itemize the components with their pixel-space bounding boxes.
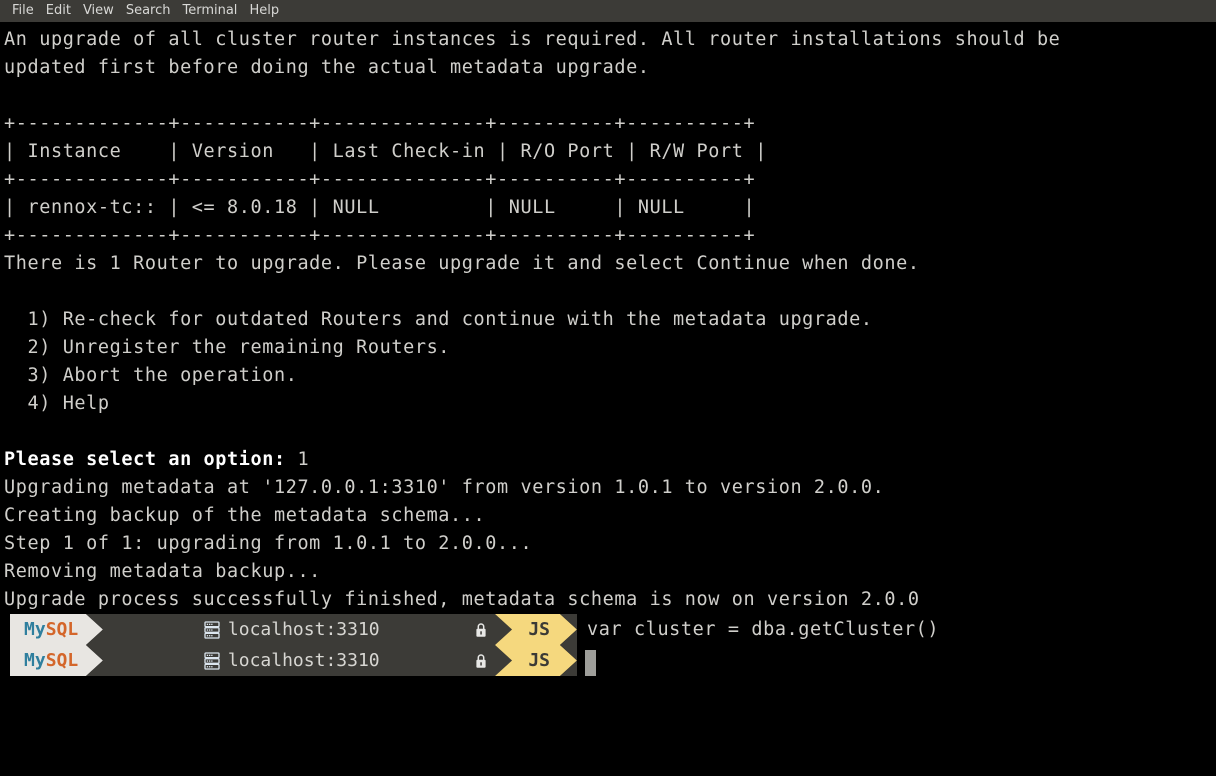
menu-option-1[interactable]: 1) Re-check for outdated Routers and con… xyxy=(4,306,1216,334)
option-prompt-line: Please select an option: 1 xyxy=(4,446,1216,474)
command-input-active[interactable] xyxy=(577,645,1216,676)
table-border-mid: +-------------+-----------+-------------… xyxy=(4,169,756,190)
server-rack-icon xyxy=(117,651,220,670)
menu-option-3[interactable]: 3) Abort the operation. xyxy=(4,362,1216,390)
terminal-screen[interactable]: An upgrade of all cluster router instanc… xyxy=(0,22,1216,776)
chevron-separator-1 xyxy=(86,614,104,645)
terminal-line: Upgrade process successfully finished, m… xyxy=(4,589,920,610)
brand-suffix: SQL xyxy=(45,619,79,640)
terminal-line: Upgrading metadata at '127.0.0.1:3310' f… xyxy=(4,477,885,498)
chevron-separator-2 xyxy=(495,614,513,645)
brand-prefix: My xyxy=(24,619,46,640)
menu-item-help[interactable]: Help xyxy=(243,0,285,22)
mysql-brand-badge: My SQL xyxy=(10,614,87,645)
option-prompt-answer: 1 xyxy=(297,449,310,470)
terminal-line: Removing metadata backup... xyxy=(4,561,321,582)
table-header-row: | Instance | Version | Last Check-in | R… xyxy=(4,141,767,162)
host-segment: localhost:3310 xyxy=(103,645,496,676)
table-row: | rennox-tc:: | <= 8.0.18 | NULL | NULL … xyxy=(4,197,756,218)
shell-prompt-line-active[interactable]: My SQL localhost:3310 JS xyxy=(10,645,1216,676)
table-border-bottom: +-------------+-----------+-------------… xyxy=(4,225,756,246)
command-input[interactable]: var cluster = dba.getCluster() xyxy=(577,614,1216,645)
chevron-separator-1 xyxy=(86,645,104,676)
menu-option-4[interactable]: 4) Help xyxy=(4,390,1216,418)
menu-bar: File Edit View Search Terminal Help xyxy=(0,0,1216,22)
brand-suffix: SQL xyxy=(45,650,79,671)
table-border-top: +-------------+-----------+-------------… xyxy=(4,113,756,134)
host-label: localhost:3310 xyxy=(227,650,380,671)
text-cursor xyxy=(585,650,597,676)
shell-prompt-line[interactable]: My SQL localhost:3310 JS var cluster = d… xyxy=(10,614,1216,645)
terminal-line: Step 1 of 1: upgrading from 1.0.1 to 2.0… xyxy=(4,533,533,554)
mode-label: JS xyxy=(528,619,551,640)
server-rack-icon xyxy=(117,620,220,639)
menu-item-view[interactable]: View xyxy=(77,0,120,22)
host-segment: localhost:3310 xyxy=(103,614,496,645)
mode-label: JS xyxy=(528,650,551,671)
lock-icon xyxy=(389,622,488,638)
brand-prefix: My xyxy=(24,650,46,671)
chevron-separator-3 xyxy=(560,614,578,645)
terminal-line: An upgrade of all cluster router instanc… xyxy=(4,29,1061,50)
menu-item-terminal[interactable]: Terminal xyxy=(176,0,243,22)
command-text: var cluster = dba.getCluster() xyxy=(587,619,940,640)
chevron-separator-2 xyxy=(495,645,513,676)
mode-badge-js[interactable]: JS xyxy=(512,614,561,645)
chevron-separator-3 xyxy=(560,645,578,676)
host-label: localhost:3310 xyxy=(227,619,380,640)
option-prompt-label: Please select an option: xyxy=(4,449,298,470)
mysql-brand-badge: My SQL xyxy=(10,645,87,676)
terminal-line: Creating backup of the metadata schema..… xyxy=(4,505,486,526)
terminal-line: There is 1 Router to upgrade. Please upg… xyxy=(4,253,920,274)
lock-icon xyxy=(389,653,488,669)
menu-item-file[interactable]: File xyxy=(6,0,40,22)
terminal-line: updated first before doing the actual me… xyxy=(4,57,650,78)
menu-option-2[interactable]: 2) Unregister the remaining Routers. xyxy=(4,334,1216,362)
menu-item-search[interactable]: Search xyxy=(120,0,177,22)
mode-badge-js[interactable]: JS xyxy=(512,645,561,676)
menu-item-edit[interactable]: Edit xyxy=(40,0,77,22)
